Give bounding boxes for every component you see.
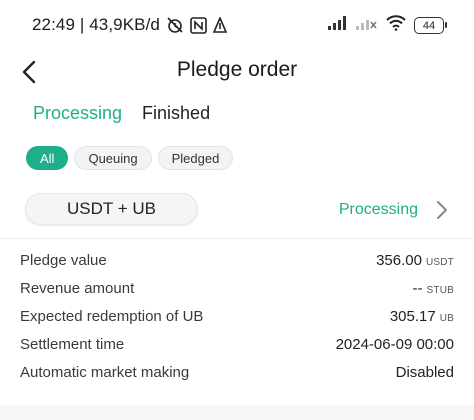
detail-row-pledge-value: Pledge value 356.00 USDT — [20, 252, 454, 280]
filter-chips: All Queuing Pledged — [26, 146, 234, 170]
signal-no-sim-icon — [356, 16, 378, 35]
chevron-right-icon[interactable] — [434, 200, 450, 220]
detail-label: Settlement time — [20, 336, 125, 353]
settlement-time: 2024-06-09 00:00 — [335, 336, 454, 353]
tab-processing[interactable]: Processing — [33, 103, 122, 124]
app-header: Pledge order — [0, 52, 474, 92]
expected-redemption-unit: UB — [439, 313, 454, 324]
detail-label: Automatic market making — [20, 364, 190, 381]
status-tabs: Processing Finished — [33, 103, 210, 124]
page-title: Pledge order — [176, 58, 298, 81]
order-status: Processing — [338, 201, 418, 218]
filter-queuing[interactable]: Queuing — [74, 146, 152, 170]
nfc-icon — [190, 16, 207, 34]
detail-value: -- STUB — [413, 280, 454, 297]
order-card-header[interactable]: USDT + UB Processing — [0, 192, 474, 228]
order-details: Pledge value 356.00 USDT Revenue amount -… — [20, 252, 454, 392]
battery-icon: 44 — [414, 17, 447, 34]
order-pair-label: USDT + UB — [67, 199, 156, 218]
status-time-speed: 22:49 | 43,9KB/d — [32, 15, 160, 34]
divider — [0, 238, 474, 239]
next-card-edge — [0, 405, 474, 420]
pledge-value-unit: USDT — [425, 257, 454, 268]
filter-pledged[interactable]: Pledged — [157, 146, 234, 170]
detail-row-revenue-amount: Revenue amount -- STUB — [20, 280, 454, 308]
expected-redemption: 305.17 — [389, 308, 436, 325]
alarm-off-icon — [166, 16, 184, 34]
detail-label: Expected redemption of UB — [20, 308, 204, 325]
detail-label: Pledge value — [20, 252, 107, 269]
auto-market-making: Disabled — [395, 364, 454, 381]
pledge-value: 356.00 — [376, 252, 422, 269]
detail-row-auto-market-making: Automatic market making Disabled — [20, 364, 454, 392]
wifi-icon — [386, 15, 406, 36]
detail-label: Revenue amount — [20, 280, 135, 297]
battery-level: 44 — [422, 19, 436, 32]
data-arrow-icon — [212, 17, 227, 33]
detail-row-settlement-time: Settlement time 2024-06-09 00:00 — [20, 336, 454, 364]
revenue-amount: -- — [412, 280, 423, 297]
order-pair-badge: USDT + UB — [25, 193, 198, 225]
status-right: 44 — [328, 15, 447, 36]
status-bar: 22:49 | 43,9KB/d 44 — [0, 0, 474, 52]
detail-value: 305.17 UB — [390, 308, 454, 325]
filter-all[interactable]: All — [26, 146, 69, 170]
status-left: 22:49 | 43,9KB/d — [32, 15, 227, 35]
detail-value: 356.00 USDT — [376, 252, 454, 269]
revenue-amount-unit: STUB — [426, 285, 454, 296]
detail-row-expected-redemption: Expected redemption of UB 305.17 UB — [20, 308, 454, 336]
tab-finished[interactable]: Finished — [142, 103, 210, 124]
signal-icon — [328, 16, 348, 35]
